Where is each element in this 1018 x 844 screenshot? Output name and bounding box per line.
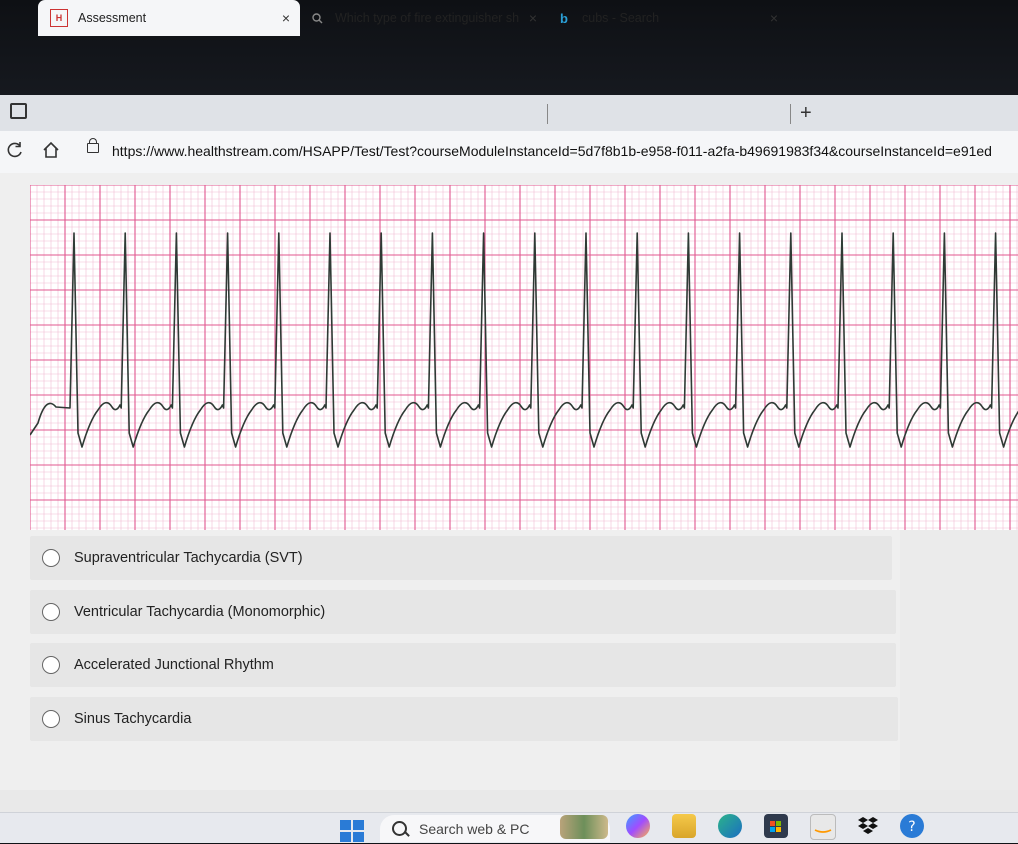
radio-button[interactable]	[42, 710, 60, 728]
page-footer	[0, 790, 1018, 812]
sidebar-toggle-icon[interactable]	[10, 103, 27, 119]
amazon-icon[interactable]	[810, 814, 836, 840]
tab-separator	[790, 104, 791, 124]
radio-button[interactable]	[42, 603, 60, 621]
url-field[interactable]: https://www.healthstream.com/HSAPP/Test/…	[112, 143, 992, 159]
windows-icon[interactable]	[340, 820, 364, 842]
answer-option-sinus-tach[interactable]: Sinus Tachycardia	[30, 697, 898, 741]
refresh-icon[interactable]	[6, 141, 24, 164]
radio-button[interactable]	[42, 656, 60, 674]
radio-button[interactable]	[42, 549, 60, 567]
home-icon[interactable]	[42, 141, 60, 164]
copilot-icon[interactable]	[626, 814, 650, 838]
option-label: Sinus Tachycardia	[74, 711, 192, 727]
edge-icon[interactable]	[718, 814, 742, 838]
file-explorer-icon[interactable]	[672, 814, 696, 838]
ecg-strip	[30, 185, 1018, 530]
tab-bar	[0, 95, 1018, 131]
tab-assessment[interactable]: H Assessment ×	[38, 0, 300, 36]
option-label: Accelerated Junctional Rhythm	[74, 657, 274, 673]
tab-title: cubs - Search	[582, 11, 660, 25]
dropbox-icon[interactable]	[856, 814, 880, 838]
answer-option-junctional[interactable]: Accelerated Junctional Rhythm	[30, 643, 896, 687]
new-tab-button[interactable]: +	[800, 103, 812, 123]
close-icon[interactable]: ×	[529, 10, 537, 26]
option-label: Ventricular Tachycardia (Monomorphic)	[74, 604, 326, 620]
search-placeholder: Search web & PC	[419, 820, 530, 837]
side-panel	[900, 530, 1018, 790]
answer-option-vtach[interactable]: Ventricular Tachycardia (Monomorphic)	[30, 590, 896, 634]
tab-title: Assessment	[78, 11, 147, 25]
tab-separator	[547, 104, 548, 124]
svg-text:?: ?	[908, 819, 915, 835]
tab-title: Which type of fire extinguisher sh	[335, 11, 520, 25]
lock-icon[interactable]	[87, 138, 99, 153]
close-icon[interactable]: ×	[282, 10, 290, 26]
help-icon[interactable]: ?	[900, 814, 924, 838]
search-icon	[309, 10, 325, 26]
close-icon[interactable]: ×	[770, 10, 778, 26]
widgets-icon[interactable]	[560, 815, 608, 839]
healthstream-favicon-icon: H	[50, 9, 68, 27]
store-icon[interactable]	[764, 814, 788, 838]
search-icon	[392, 821, 407, 836]
tab-fire-extinguisher[interactable]: Which type of fire extinguisher sh ×	[305, 0, 545, 36]
answer-option-svt[interactable]: Supraventricular Tachycardia (SVT)	[30, 536, 892, 580]
bing-icon: b	[560, 10, 568, 26]
ecg-strip-image	[30, 185, 1018, 530]
option-label: Supraventricular Tachycardia (SVT)	[74, 550, 303, 566]
tab-cubs-search[interactable]: b cubs - Search ×	[552, 0, 792, 36]
